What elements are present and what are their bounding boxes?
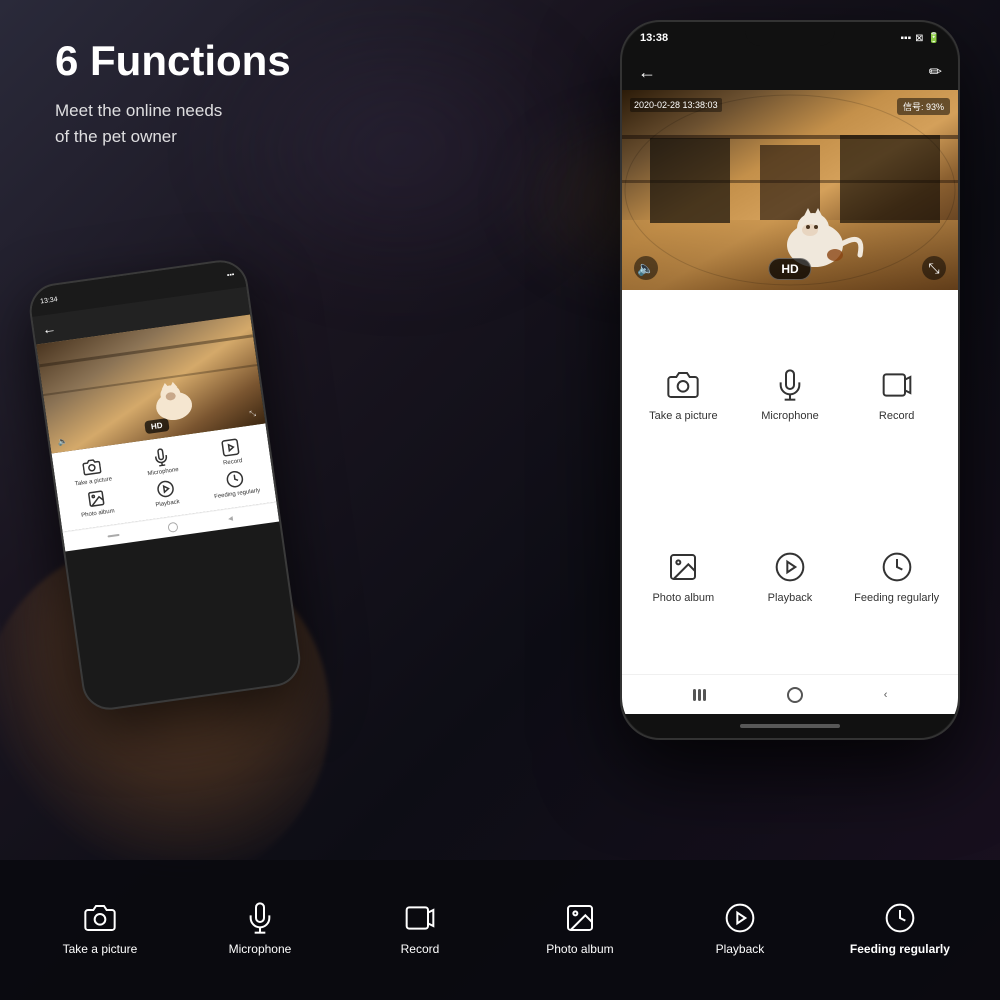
bottom-playback-icon bbox=[724, 902, 756, 934]
app-btn-mic-label: Microphone bbox=[761, 409, 818, 423]
bottom-mic-icon bbox=[244, 902, 276, 934]
app-btn-album[interactable]: Photo album bbox=[630, 487, 737, 669]
phone-small-btn-camera-label: Take a picture bbox=[75, 476, 113, 487]
bottom-func-record: Record bbox=[370, 902, 470, 958]
phone-small-nav-lines-icon bbox=[108, 533, 120, 537]
app-btn-playback[interactable]: Playback bbox=[737, 487, 844, 669]
phone-small-btn-playback-label: Playback bbox=[155, 499, 180, 508]
camera-signal-strength: 信号: 93% bbox=[897, 98, 950, 115]
page-root: 6 Functions Meet the online needs of the… bbox=[0, 0, 1000, 1000]
camera-fullscreen-icon[interactable]: ⤡ bbox=[922, 256, 946, 280]
bottom-func-album: Photo album bbox=[530, 902, 630, 958]
phone-main-screen: 13:38 ▪▪▪ ⊠ 🔋 ← ✏ bbox=[622, 22, 958, 738]
nav-home-icon[interactable] bbox=[787, 687, 803, 703]
bottom-func-camera: Take a picture bbox=[50, 902, 150, 958]
phone-small-nav-back-icon: ▲ bbox=[225, 514, 235, 523]
camera-timestamp: 2020-02-28 13:38:03 bbox=[630, 98, 722, 112]
phone-small-btn-mic[interactable]: Microphone bbox=[127, 444, 195, 480]
app-btn-record[interactable]: Record bbox=[843, 305, 950, 487]
camera-feed: 2020-02-28 13:38:03 信号: 93% 🔈 HD ⤡ bbox=[622, 90, 958, 290]
bottom-func-playback-label: Playback bbox=[716, 942, 765, 958]
app-btn-mic[interactable]: Microphone bbox=[737, 305, 844, 487]
app-btn-album-label: Photo album bbox=[652, 591, 714, 605]
hd-badge[interactable]: HD bbox=[768, 258, 811, 280]
app-btn-camera[interactable]: Take a picture bbox=[630, 305, 737, 487]
phone-small-btn-record-label: Record bbox=[223, 458, 243, 467]
bottom-camera-icon bbox=[84, 902, 116, 934]
header-section: 6 Functions Meet the online needs of the… bbox=[55, 38, 291, 149]
phone-small-btn-feeding[interactable]: Feeding regularly bbox=[202, 466, 270, 502]
bottom-func-feeding: Feeding regularly bbox=[850, 902, 950, 958]
wifi-icon: ⊠ bbox=[915, 33, 923, 44]
app-btn-feeding[interactable]: Feeding regularly bbox=[843, 487, 950, 669]
bottom-func-feeding-label: Feeding regularly bbox=[850, 942, 950, 958]
phone-main-bottom-nav: ‹ bbox=[622, 674, 958, 714]
bottom-func-camera-label: Take a picture bbox=[63, 942, 138, 958]
phone-main-body: 13:38 ▪▪▪ ⊠ 🔋 ← ✏ bbox=[620, 20, 960, 740]
phone-small-btn-camera[interactable]: Take a picture bbox=[58, 454, 126, 490]
phone-small-btn-mic-label: Microphone bbox=[147, 467, 179, 477]
page-title: 6 Functions bbox=[55, 38, 291, 84]
bottom-feeding-icon bbox=[884, 902, 916, 934]
phone-small-btn-album-label: Photo album bbox=[81, 508, 115, 519]
phone-main-navbar: ← ✏ bbox=[622, 54, 958, 90]
home-indicator-bar bbox=[740, 724, 840, 728]
bottom-func-mic: Microphone bbox=[210, 902, 310, 958]
phone-small-btn-record[interactable]: Record bbox=[197, 434, 265, 470]
page-subtitle: Meet the online needs of the pet owner bbox=[55, 98, 291, 149]
signal-icon: ▪▪▪ bbox=[901, 33, 912, 44]
phone-small-btn-album[interactable]: Photo album bbox=[62, 485, 130, 521]
camera-volume-icon[interactable]: 🔈 bbox=[634, 256, 658, 280]
app-function-grid: Take a picture Microphone bbox=[622, 290, 958, 674]
app-btn-record-label: Record bbox=[879, 409, 914, 423]
bottom-functions-bar: Take a picture Microphone Record bbox=[0, 860, 1000, 1000]
phone-main-notch bbox=[745, 22, 835, 46]
phone-main-home-indicator bbox=[622, 714, 958, 738]
nav-lines-icon bbox=[693, 689, 706, 701]
phone-small-nav-home-icon bbox=[167, 521, 178, 532]
app-btn-feeding-label: Feeding regularly bbox=[854, 591, 939, 605]
status-icons: ▪▪▪ ⊠ 🔋 bbox=[901, 33, 940, 44]
phone-main: 13:38 ▪▪▪ ⊠ 🔋 ← ✏ bbox=[620, 20, 960, 740]
app-btn-playback-label: Playback bbox=[768, 591, 813, 605]
phone-small-back-icon[interactable]: ← bbox=[41, 320, 57, 338]
bottom-func-album-label: Photo album bbox=[546, 942, 613, 958]
nav-back-icon[interactable]: ‹ bbox=[884, 689, 888, 701]
back-button[interactable]: ← bbox=[638, 62, 656, 83]
edit-button[interactable]: ✏ bbox=[929, 62, 942, 82]
battery-icon: 🔋 bbox=[928, 33, 940, 44]
phone-small-btn-playback[interactable]: Playback bbox=[132, 476, 200, 512]
bottom-album-icon bbox=[564, 902, 596, 934]
bottom-func-playback: Playback bbox=[690, 902, 790, 958]
bottom-func-record-label: Record bbox=[401, 942, 440, 958]
phone-small-btn-feeding-label: Feeding regularly bbox=[214, 488, 261, 500]
bottom-record-icon bbox=[404, 902, 436, 934]
status-time: 13:38 bbox=[640, 32, 668, 44]
bottom-func-mic-label: Microphone bbox=[229, 942, 292, 958]
app-btn-camera-label: Take a picture bbox=[649, 409, 717, 423]
